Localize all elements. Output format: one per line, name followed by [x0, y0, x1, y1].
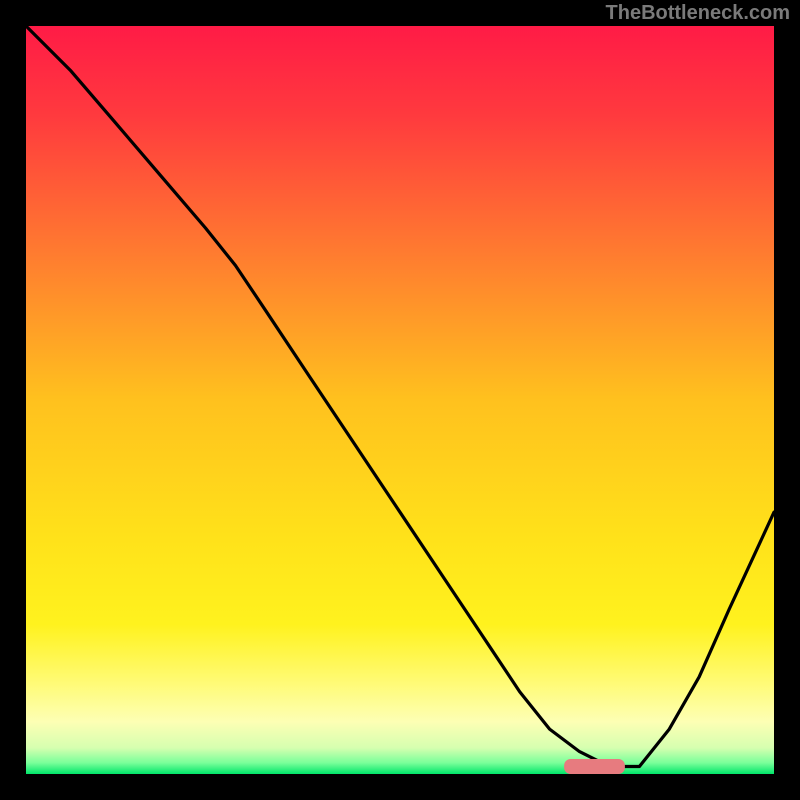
min-marker: [565, 760, 625, 774]
curve-layer: [26, 26, 774, 774]
bottleneck-curve-path: [26, 26, 774, 767]
chart-canvas: TheBottleneck.com: [0, 0, 800, 800]
plot-frame: [26, 26, 774, 774]
watermark-text: TheBottleneck.com: [606, 2, 790, 25]
